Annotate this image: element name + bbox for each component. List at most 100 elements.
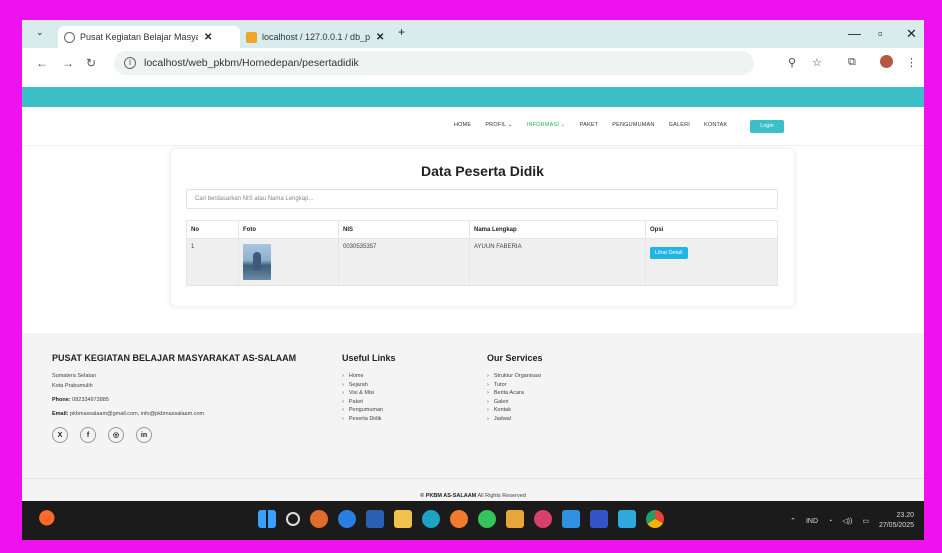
column-header: NIS (338, 220, 470, 239)
menu-item[interactable]: INFORMASI ⌄ (527, 122, 566, 128)
url-text: localhost/web_pkbm/Homedepan/pesertadidi… (144, 57, 359, 69)
app-icon[interactable] (590, 510, 608, 528)
vscode-icon[interactable] (562, 510, 580, 528)
footer-link[interactable]: Home (342, 373, 396, 379)
wifi-icon[interactable]: ◔ (828, 518, 832, 525)
weather-icon[interactable] (38, 509, 60, 531)
battery-icon[interactable]: ▭ (862, 517, 869, 525)
menu-item[interactable]: KONTAK (704, 122, 727, 128)
close-tab-icon[interactable]: ✕ (376, 32, 384, 43)
app-icon[interactable] (618, 510, 636, 528)
app-icon[interactable] (310, 510, 328, 528)
file-explorer-icon[interactable] (394, 510, 412, 528)
footer-link[interactable]: Tutor (487, 382, 543, 388)
footer-link[interactable]: Berita Acara (487, 390, 543, 396)
globe-icon (64, 31, 75, 43)
org-name: PUSAT KEGIATAN BELAJAR MASYARAKAT AS-SAL… (52, 353, 297, 363)
menu-item[interactable]: PENGUMUMAN (612, 122, 654, 128)
new-tab-button[interactable]: + (398, 25, 405, 39)
name-cell: AYUUN FABERIA (469, 238, 646, 286)
useful-links-title: Useful Links (342, 353, 396, 363)
social-links: X f ◎ in (52, 427, 296, 443)
column-header: Opsi (645, 220, 778, 239)
search-icon[interactable] (286, 512, 300, 526)
students-table: No Foto NIS Nama Lengkap Opsi 1 00305353… (186, 220, 778, 286)
footer-link[interactable]: Kontak (487, 407, 543, 413)
menu-item[interactable]: PROFIL ⌄ (485, 122, 512, 128)
tab-search-icon[interactable]: ⌄ (36, 27, 44, 38)
login-button[interactable]: Login (750, 120, 784, 133)
copyright: © PKBM AS-SALAAM All Rights Reserved (22, 478, 924, 499)
close-window-button[interactable]: ✕ (906, 26, 917, 42)
tab-pkbm[interactable]: Pusat Kegiatan Belajar Masyarakat ✕ (58, 26, 240, 48)
start-icon[interactable] (258, 510, 276, 528)
options-cell: Lihat Detail (645, 238, 778, 286)
windows-taskbar: ⌃ IND ◔ ◁)) ▭ 23.20 27/05/2025 (22, 501, 924, 540)
tab-title: Pusat Kegiatan Belajar Masyarakat (80, 32, 198, 42)
facebook-icon[interactable]: f (80, 427, 96, 443)
taskbar-apps (258, 510, 664, 528)
chrome-icon[interactable] (646, 510, 664, 528)
browser-window: ⌄ Pusat Kegiatan Belajar Masyarakat ✕ lo… (22, 20, 924, 540)
x-twitter-icon[interactable]: X (52, 427, 68, 443)
system-tray: ⌃ IND ◔ ◁)) ▭ 23.20 27/05/2025 (790, 511, 914, 531)
menu-item[interactable]: GALERI (669, 122, 690, 128)
column-header: No (186, 220, 239, 239)
tab-phpmyadmin[interactable]: localhost / 127.0.0.1 / db_pkbm ✕ (240, 26, 410, 48)
tab-strip: ⌄ Pusat Kegiatan Belajar Masyarakat ✕ lo… (22, 20, 924, 48)
close-tab-icon[interactable]: ✕ (204, 32, 212, 43)
menu-item[interactable]: HOME (454, 122, 471, 128)
clock[interactable]: 23.20 27/05/2025 (879, 511, 914, 531)
footer-link[interactable]: Pengumuman (342, 407, 396, 413)
minimize-button[interactable]: — (848, 26, 861, 41)
main-menu: HOME PROFIL ⌄ INFORMASI ⌄ PAKET PENGUMUMAN GA… (454, 122, 727, 128)
footer-link[interactable]: Struktur Organisasi (487, 373, 543, 379)
word-icon[interactable] (366, 510, 384, 528)
url-bar[interactable]: i localhost/web_pkbm/Homedepan/pesertadi… (114, 51, 754, 75)
footer-link[interactable]: Visi & Misi (342, 390, 396, 396)
whatsapp-icon[interactable] (478, 510, 496, 528)
reload-icon[interactable]: ↻ (86, 56, 96, 70)
firefox-icon[interactable] (450, 510, 468, 528)
app-icon[interactable] (534, 510, 552, 528)
view-detail-button[interactable]: Lihat Detail (650, 247, 688, 259)
site-navigation: HOME PROFIL ⌄ INFORMASI ⌄ PAKET PENGUMUMAN GA… (22, 116, 924, 146)
address-line: Kota Prabumulih (52, 383, 93, 389)
language-indicator[interactable]: IND (806, 518, 818, 525)
student-photo (243, 244, 271, 280)
app-icon[interactable] (506, 510, 524, 528)
photo-cell (238, 238, 339, 286)
footer-link[interactable]: Sejarah (342, 382, 396, 388)
forward-icon[interactable]: → (62, 56, 74, 70)
column-header: Foto (238, 220, 339, 239)
peserta-didik-card: Data Peserta Didik Cari berdasarkan NIS … (171, 149, 794, 306)
footer-link[interactable]: Paket (342, 399, 396, 405)
footer-link[interactable]: Galeri (487, 399, 543, 405)
chevron-up-icon[interactable]: ⌃ (790, 517, 796, 525)
zoom-icon[interactable]: ⚲ (788, 56, 796, 69)
menu-dots-icon[interactable]: ⋮ (906, 56, 917, 69)
edge-icon[interactable] (422, 510, 440, 528)
nis-cell: 0030535357 (338, 238, 470, 286)
site-info-icon[interactable]: i (124, 57, 136, 69)
linkedin-icon[interactable]: in (136, 427, 152, 443)
site-footer: PUSAT KEGIATAN BELAJAR MASYARAKAT AS-SAL… (22, 333, 924, 501)
address-bar-row: ← → ↻ i localhost/web_pkbm/Homedepan/pes… (22, 48, 924, 78)
extensions-icon[interactable]: ⧉ (848, 56, 856, 69)
footer-link[interactable]: Peserta Didik (342, 416, 396, 422)
volume-icon[interactable]: ◁)) (842, 517, 852, 525)
page-title: Data Peserta Didik (421, 163, 544, 179)
search-input[interactable]: Cari berdasarkan NIS atau Nama Lengkap..… (186, 189, 778, 209)
footer-about: PUSAT KEGIATAN BELAJAR MASYARAKAT AS-SAL… (52, 353, 296, 443)
footer-useful-links: Useful Links Home Sejarah Visi & Misi Paket… (342, 353, 396, 424)
app-icon[interactable] (338, 510, 356, 528)
profile-avatar[interactable] (880, 55, 893, 68)
instagram-icon[interactable]: ◎ (108, 427, 124, 443)
back-icon[interactable]: ← (36, 56, 48, 70)
footer-services: Our Services Struktur Organisasi Tutor Ber… (487, 353, 543, 424)
menu-item[interactable]: PAKET (580, 122, 599, 128)
bookmark-star-icon[interactable]: ☆ (812, 56, 822, 69)
maximize-button[interactable]: ▫ (878, 26, 883, 41)
address-line: Sumatera Selatan (52, 373, 97, 379)
footer-link[interactable]: Jadwal (487, 416, 543, 422)
